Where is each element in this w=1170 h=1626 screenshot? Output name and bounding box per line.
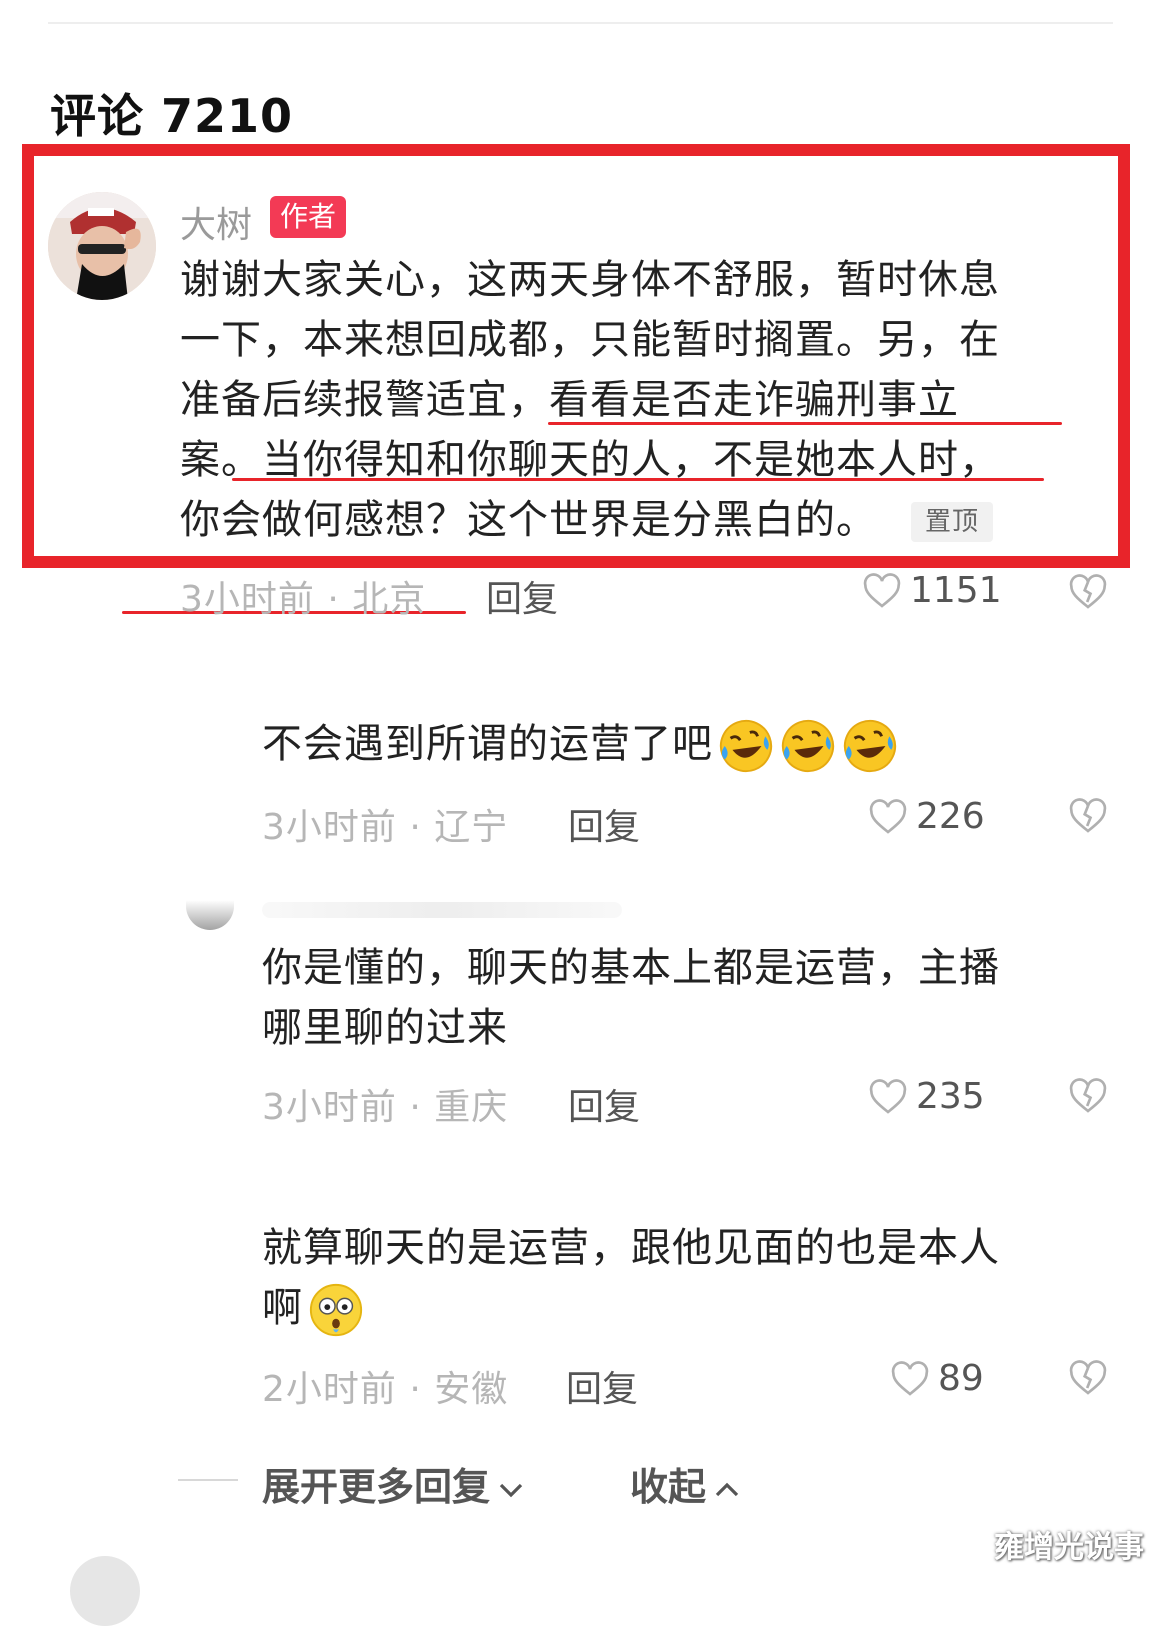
heart-outline-icon xyxy=(869,1078,907,1114)
main-comment-line-3: 准备后续报警适宜，看看是否走诈骗刑事立 xyxy=(180,377,959,423)
expand-more-replies-button[interactable]: 展开更多回复 xyxy=(262,1456,526,1511)
reply-3-line-1: 就算聊天的是运营，跟他见面的也是本人 xyxy=(262,1225,1000,1271)
like-count: 235 xyxy=(916,1076,985,1117)
main-comment-line-2: 一下，本来想回成都，只能暂时搁置。另，在 xyxy=(180,317,1000,363)
like-count: 226 xyxy=(916,796,985,837)
like-count: 1151 xyxy=(910,570,1002,611)
heart-outline-icon xyxy=(869,798,907,834)
main-comment-line-5: 你会做何感想？这个世界是分黑白的。 xyxy=(180,497,877,543)
chevron-up-icon xyxy=(715,1482,739,1496)
laughing-crying-emoji-icon xyxy=(719,719,773,773)
reply-2-line-1: 你是懂的，聊天的基本上都是运营，主播 xyxy=(262,945,1000,991)
reply-2-line-2: 哪里聊的过来 xyxy=(262,1005,508,1051)
like-button[interactable]: 235 xyxy=(868,1076,985,1117)
shocked-face-emoji-icon xyxy=(309,1283,363,1337)
reply-button[interactable]: 回复 xyxy=(566,1360,638,1412)
avatar-image xyxy=(48,192,156,300)
reply-button[interactable]: 回复 xyxy=(568,1078,640,1130)
broken-heart-icon[interactable] xyxy=(1068,572,1108,612)
main-comment-line-1: 谢谢大家关心，这两天身体不舒服，暂时休息 xyxy=(180,257,1000,303)
expand-divider xyxy=(178,1479,238,1481)
laughing-crying-emoji-icon xyxy=(781,719,835,773)
heart-outline-icon xyxy=(863,572,901,608)
expand-label: 展开更多回复 xyxy=(262,1465,491,1509)
author-badge: 作者 xyxy=(270,196,347,238)
main-comment-line-5-row: 你会做何感想？这个世界是分黑白的。 置顶 xyxy=(180,490,994,550)
reply-1-line-1: 不会遇到所谓的运营了吧 xyxy=(262,721,713,767)
main-comment-meta: 3小时前 · 北京 xyxy=(180,579,427,620)
author-username[interactable]: 大树 xyxy=(180,196,252,248)
collapse-label: 收起 xyxy=(630,1465,707,1509)
main-comment-line-4: 案。当你得知和你聊天的人，不是她本人时， xyxy=(180,437,1000,483)
reply-3-line-2: 啊 xyxy=(262,1285,303,1331)
reply-username-blurred xyxy=(262,902,622,918)
reply-1-text: 不会遇到所谓的运营了吧 xyxy=(262,714,899,775)
laughing-crying-emoji-icon xyxy=(843,719,897,773)
annotation-underline xyxy=(548,422,1062,425)
broken-heart-icon[interactable] xyxy=(1068,1076,1108,1116)
collapse-replies-button[interactable]: 收起 xyxy=(630,1456,742,1511)
reply-button[interactable]: 回复 xyxy=(486,570,558,622)
annotation-underline xyxy=(232,478,1044,481)
top-divider xyxy=(48,22,1113,24)
next-comment-avatar[interactable] xyxy=(70,1556,140,1626)
watermark: 雍增光说事 xyxy=(994,1530,1144,1565)
pinned-badge: 置顶 xyxy=(911,502,994,542)
heart-outline-icon xyxy=(891,1360,929,1396)
author-avatar[interactable] xyxy=(48,192,156,300)
reply-avatar[interactable] xyxy=(186,900,234,930)
chevron-down-icon xyxy=(499,1483,523,1497)
like-button[interactable]: 226 xyxy=(868,796,985,837)
like-count: 89 xyxy=(938,1358,984,1399)
reply-3-meta: 2小时前 · 安徽 xyxy=(262,1369,509,1410)
reply-1-meta: 3小时前 · 辽宁 xyxy=(262,807,509,848)
reply-3-line-2-row: 啊 xyxy=(262,1278,365,1339)
broken-heart-icon[interactable] xyxy=(1068,1358,1108,1398)
like-button[interactable]: 1151 xyxy=(862,570,1002,611)
like-button[interactable]: 89 xyxy=(890,1358,984,1399)
comments-count-title: 评论 7210 xyxy=(50,89,294,143)
broken-heart-icon[interactable] xyxy=(1068,796,1108,836)
reply-2-meta: 3小时前 · 重庆 xyxy=(262,1087,509,1128)
reply-button[interactable]: 回复 xyxy=(568,798,640,850)
